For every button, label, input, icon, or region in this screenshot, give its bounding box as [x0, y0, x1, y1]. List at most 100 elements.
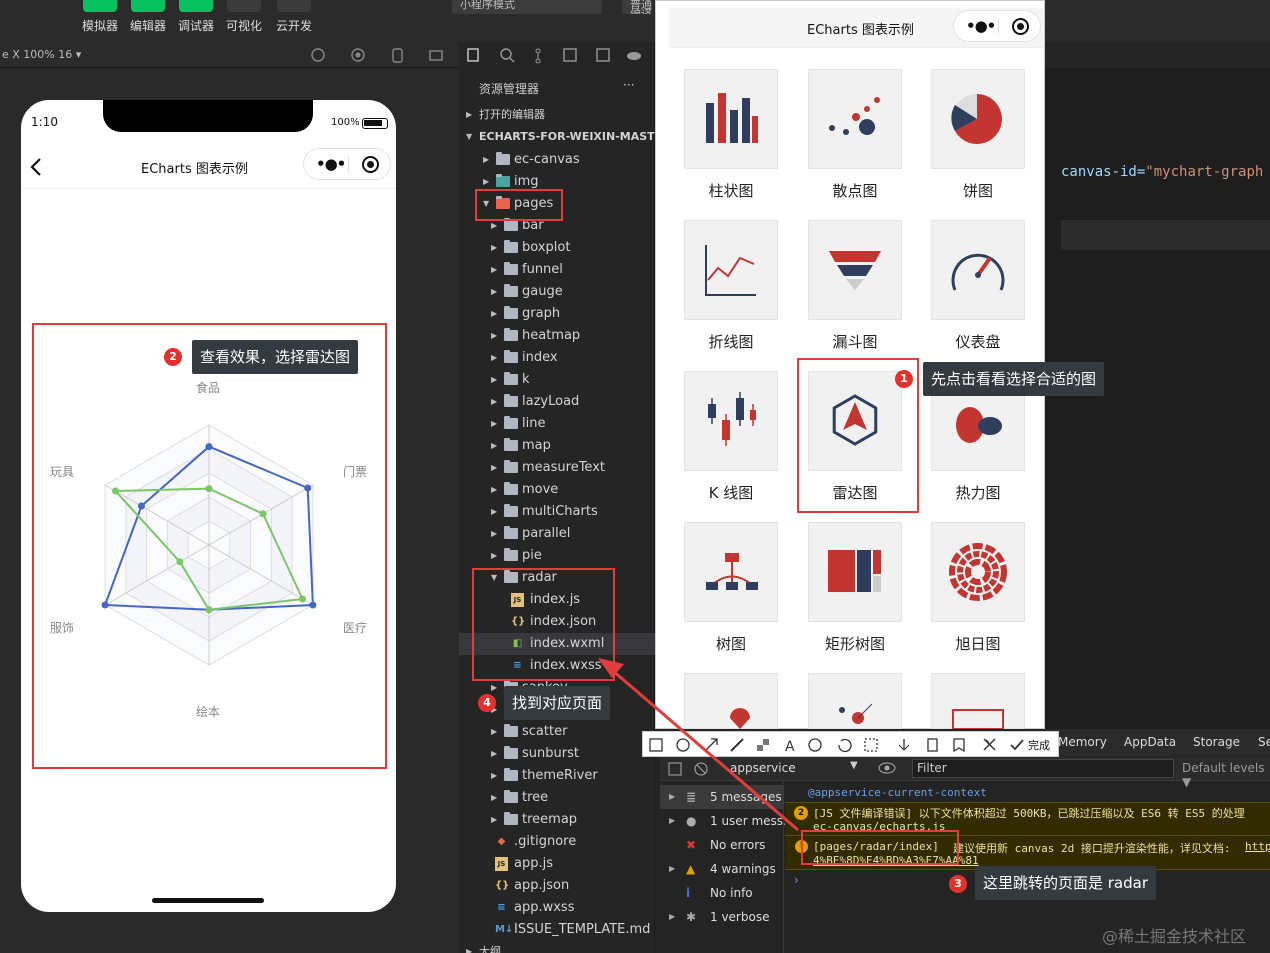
tab-appdata[interactable]: AppData: [1124, 735, 1176, 749]
visualize-button[interactable]: 可视化: [224, 0, 264, 34]
step-badge-4: 4: [478, 694, 496, 712]
done-button[interactable]: 完成: [1028, 737, 1050, 753]
check-icon[interactable]: [1009, 737, 1025, 753]
gear-icon: ✱: [686, 910, 697, 924]
tree-item-multicharts[interactable]: ▶ multiCharts: [459, 501, 655, 523]
folder-icon: [496, 152, 510, 165]
tree-item-app-js[interactable]: JS app.js: [459, 853, 655, 875]
tree-item-app-wxss[interactable]: ≡ app.wxss: [459, 897, 655, 919]
chevron-icon[interactable]: ▶: [491, 281, 497, 303]
tree-item-gauge[interactable]: ▶ gauge: [459, 281, 655, 303]
explorer-title: 资源管理器: [479, 82, 540, 96]
tree-item-pie[interactable]: ▶ pie: [459, 545, 655, 567]
chevron-icon[interactable]: ▶: [491, 303, 497, 325]
outline-section[interactable]: ▶ 大纲: [459, 941, 655, 953]
chevron-icon[interactable]: ▶: [491, 809, 497, 831]
tab-sensor[interactable]: Se: [1258, 735, 1270, 749]
console-filter-gear[interactable]: ▶ ✱ 1 verbose: [660, 905, 784, 929]
cloud-dev-button[interactable]: 云开发: [274, 0, 314, 34]
tab-memory[interactable]: Memory: [1058, 735, 1107, 749]
tree-item-issue-template-md[interactable]: M↓ ISSUE_TEMPLATE.md: [459, 919, 655, 941]
console-filter-warning[interactable]: ▶ ▲ 4 warnings: [660, 857, 784, 881]
devtools-tabs: Memory AppData Storage Se: [1045, 729, 1270, 756]
visualize-button-label: 可视化: [225, 19, 262, 33]
tree-item-map[interactable]: ▶ map: [459, 435, 655, 457]
project-label: ECHARTS-FOR-WEIXIN-MASTER: [479, 130, 671, 143]
more-icon[interactable]: •●•: [316, 155, 346, 173]
chevron-icon[interactable]: ▶: [491, 237, 497, 259]
chevron-icon[interactable]: ▶: [491, 523, 497, 545]
chevron-icon[interactable]: ▶: [491, 787, 497, 809]
simulator-button[interactable]: 模拟器: [80, 0, 120, 34]
chevron-icon[interactable]: ▶: [483, 149, 489, 171]
code-value: "mychart-graph: [1145, 164, 1264, 180]
chevron-icon[interactable]: ▶: [491, 413, 497, 435]
tree-item-boxplot[interactable]: ▶ boxplot: [459, 237, 655, 259]
editor-button[interactable]: 编辑器: [128, 0, 168, 34]
code-line: canvas-id="mychart-graph: [1061, 164, 1263, 180]
back-icon[interactable]: [29, 157, 43, 177]
mode-select[interactable]: 小程序模式: [452, 0, 602, 14]
tree-item-line[interactable]: ▶ line: [459, 413, 655, 435]
folder-icon: [504, 526, 518, 539]
open-editors-section[interactable]: ▶ 打开的编辑器: [459, 104, 655, 126]
chevron-icon[interactable]: ▶: [669, 857, 675, 881]
warning-icon: ▲: [686, 862, 696, 876]
debugger-button-label: 调试器: [177, 19, 214, 33]
project-section[interactable]: ▼ ECHARTS-FOR-WEIXIN-MASTER: [459, 126, 671, 148]
explorer-more-button[interactable]: ···: [623, 78, 634, 92]
device-select[interactable]: e X 100% 16 ▾: [2, 48, 81, 61]
warning-2-link[interactable]: http: [1245, 840, 1270, 853]
chevron-icon[interactable]: ▶: [491, 765, 497, 787]
chevron-icon[interactable]: ▶: [491, 457, 497, 479]
chevron-icon[interactable]: ▶: [491, 391, 497, 413]
tree-item-funnel[interactable]: ▶ funnel: [459, 259, 655, 281]
chevron-icon[interactable]: ▶: [491, 369, 497, 391]
chevron-icon[interactable]: ▶: [491, 347, 497, 369]
console-filter-input[interactable]: Filter: [912, 759, 1174, 778]
tree-item-parallel[interactable]: ▶ parallel: [459, 523, 655, 545]
graph-chart-icon: [839, 703, 873, 724]
annotation-2: 查看效果，选择雷达图: [192, 340, 359, 374]
chevron-icon[interactable]: ▶: [669, 905, 675, 929]
levels-select[interactable]: Default levels ▼: [1182, 761, 1270, 789]
chevron-icon[interactable]: ▶: [491, 325, 497, 347]
context-dropdown-icon[interactable]: ▼: [850, 760, 858, 771]
tree-item-heatmap[interactable]: ▶ heatmap: [459, 325, 655, 347]
console-prompt[interactable]: ›: [794, 873, 799, 887]
compile-select[interactable]: 普通编译: [622, 0, 652, 14]
eye-icon[interactable]: [878, 762, 896, 774]
tree-item-index[interactable]: ▶ index: [459, 347, 655, 369]
console-filter-info[interactable]: i No info: [660, 881, 784, 905]
chevron-icon[interactable]: ▶: [491, 743, 497, 765]
phone-capsule[interactable]: •●•: [303, 148, 391, 180]
tree-item-label: treemap: [522, 812, 578, 827]
annotation-arrow: [598, 658, 799, 832]
tree-item-ec-canvas[interactable]: ▶ ec-canvas: [459, 149, 655, 171]
debugger-button[interactable]: 调试器: [176, 0, 216, 34]
tree-item-graph[interactable]: ▶ graph: [459, 303, 655, 325]
info-icon: i: [686, 886, 691, 900]
chevron-icon[interactable]: ▶: [491, 435, 497, 457]
tree-item-measuretext[interactable]: ▶ measureText: [459, 457, 655, 479]
tree-item-move[interactable]: ▶ move: [459, 479, 655, 501]
tree-item-label: k: [522, 372, 530, 387]
console-filter-label: No info: [710, 886, 753, 900]
tree-item-label: ISSUE_TEMPLATE.md: [514, 922, 651, 937]
tab-storage[interactable]: Storage: [1193, 735, 1240, 749]
chevron-icon[interactable]: ▶: [491, 259, 497, 281]
bar-chart-icon: [706, 93, 758, 143]
funnel-chart-icon: [829, 251, 881, 290]
tree-item-lazyload[interactable]: ▶ lazyLoad: [459, 391, 655, 413]
folder-icon: [504, 724, 518, 737]
chevron-icon[interactable]: ▶: [491, 721, 497, 743]
tree-item-label: line: [522, 416, 546, 431]
chevron-icon[interactable]: ▶: [491, 501, 497, 523]
tree-item-app-json[interactable]: {} app.json: [459, 875, 655, 897]
chevron-icon[interactable]: ▶: [491, 545, 497, 567]
chevron-icon[interactable]: ▶: [491, 479, 497, 501]
tree-item-k[interactable]: ▶ k: [459, 369, 655, 391]
home-indicator: [152, 898, 264, 903]
close-screenshot-icon[interactable]: [982, 737, 998, 753]
close-mini-icon[interactable]: [362, 156, 379, 173]
